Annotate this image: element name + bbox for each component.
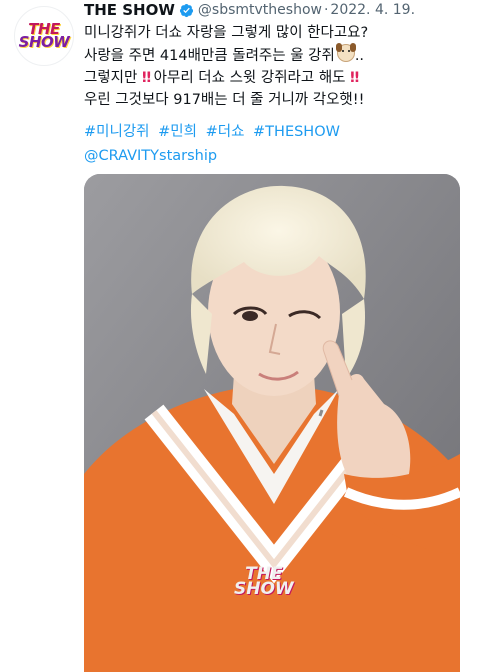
account-handle[interactable]: @sbsmtvtheshow <box>198 2 322 18</box>
separator: · <box>323 2 329 18</box>
hashtags: #미니강쥐 #민희 #더쇼 #THESHOW <box>84 120 344 144</box>
tweet-line-3-part1: 그렇지만 <box>84 70 142 86</box>
tweet-date[interactable]: 2022. 4. 19. <box>330 2 415 18</box>
double-exclamation-icon: ‼ <box>350 70 359 86</box>
hashtag-link[interactable]: #더쇼 <box>206 124 245 140</box>
tweet: THE SHOW THE SHOW @sbsmtvtheshow · 2022.… <box>0 0 480 672</box>
tweet-line-3: 그렇지만 ‼ 아무리 더쇼 스윗 강쥐라고 해도 ‼ <box>84 67 472 89</box>
hashtag-link[interactable]: #THESHOW <box>253 124 340 140</box>
account-name[interactable]: THE SHOW <box>84 1 175 19</box>
hashtag-link[interactable]: #민희 <box>158 124 197 140</box>
logo-line2: SHOW <box>18 33 70 51</box>
the-show-logo: THE SHOW <box>19 22 70 50</box>
tweet-line-2-suffix: .. <box>354 48 365 64</box>
tweet-line-1: 미니강쥐가 더쇼 자랑을 그렇게 많이 한다고요? <box>84 25 369 41</box>
avatar[interactable]: THE SHOW <box>14 6 74 66</box>
double-exclamation-icon: ‼ <box>141 70 151 86</box>
tweet-line-2-text: 사랑을 주면 414배만큼 돌려주는 울 강쥐 <box>84 48 335 64</box>
watermark-line2: SHOW <box>234 579 294 599</box>
tweet-text: 미니강쥐가 더쇼 자랑을 그렇게 많이 한다고요? 사랑을 주면 414배만큼 … <box>84 22 472 111</box>
tweet-line-3-part2: 아무리 더쇼 스윗 강쥐라고 해도 <box>149 70 351 86</box>
tweet-line-2: 사랑을 주면 414배만큼 돌려주는 울 강쥐.. <box>84 43 472 67</box>
verified-badge-icon <box>179 3 193 17</box>
dog-face-emoji-icon <box>335 43 356 62</box>
tweet-header: THE SHOW @sbsmtvtheshow · 2022. 4. 19. <box>84 0 415 20</box>
mention-link[interactable]: @CRAVITYstarship <box>84 144 217 168</box>
tweet-photo[interactable]: THE SHOW <box>84 174 460 672</box>
hashtag-link[interactable]: #미니강쥐 <box>84 124 150 140</box>
tweet-line-4: 우린 그것보다 917배는 더 줄 거니까 각오햇!! <box>84 92 365 108</box>
the-show-watermark: THE SHOW <box>234 566 294 598</box>
